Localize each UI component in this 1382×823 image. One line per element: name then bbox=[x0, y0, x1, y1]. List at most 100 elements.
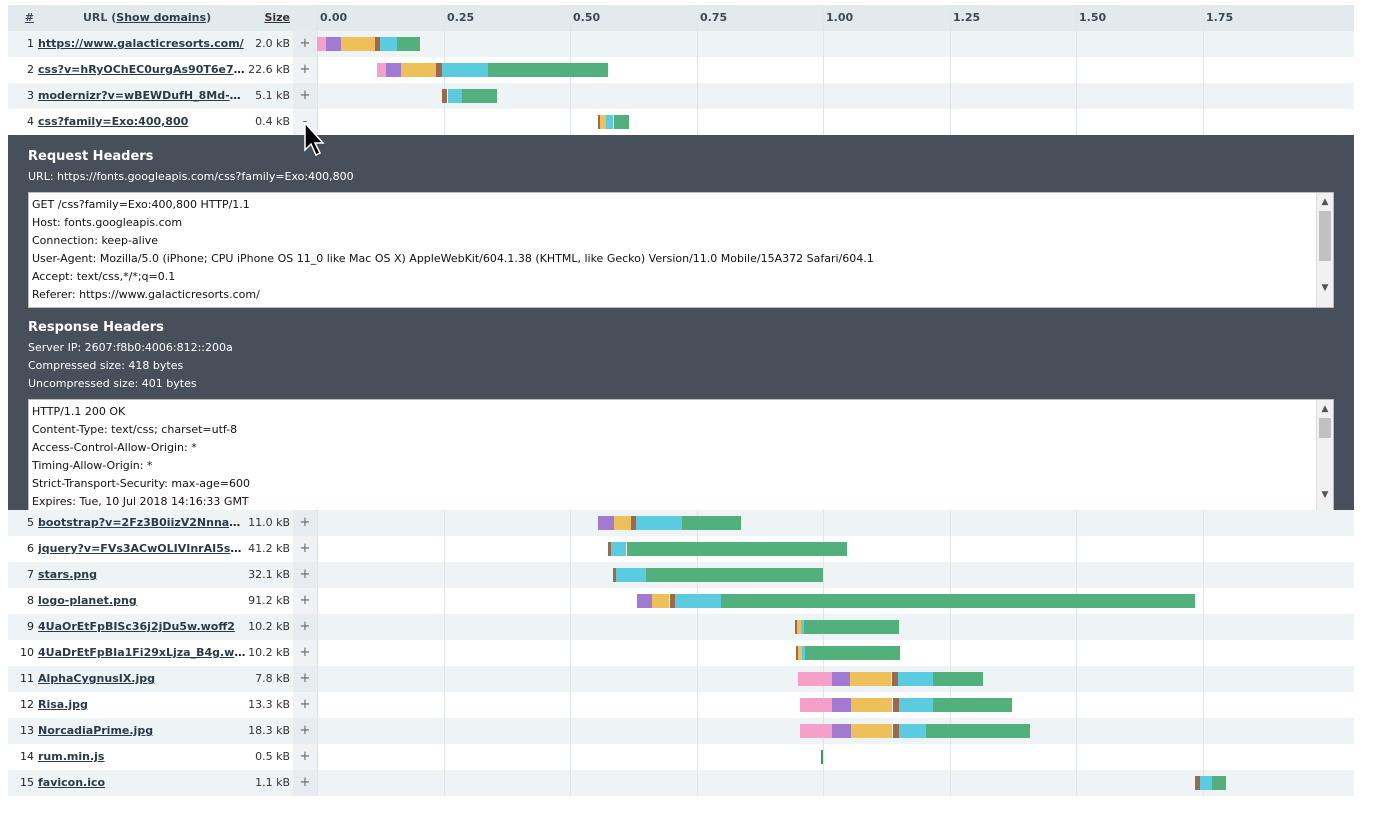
request-url-link[interactable]: 4UaDrEtFpBIa1Fi29xLjza_B4g.woff2 bbox=[38, 646, 246, 659]
request-url-link[interactable]: NorcadiaPrime.jpg bbox=[38, 724, 153, 737]
request-row[interactable]: 2 css?v=hRyOChEC0urgAs90T6e7JnivLu4Alsn9W… bbox=[8, 57, 1354, 83]
scroll-down-icon[interactable]: ▼ bbox=[1317, 279, 1333, 297]
request-row[interactable]: 13 NorcadiaPrime.jpg 18.3 kB + bbox=[8, 718, 1354, 744]
expand-toggle[interactable]: + bbox=[293, 718, 317, 744]
request-url-link[interactable]: rum.min.js bbox=[38, 750, 104, 763]
timing-segment-ttfb bbox=[611, 542, 626, 556]
request-size: 0.4 kB bbox=[255, 115, 290, 128]
request-row[interactable]: 12 Risa.jpg 13.3 kB + bbox=[8, 692, 1354, 718]
request-row[interactable]: 8 logo-planet.png 91.2 kB + bbox=[8, 588, 1354, 614]
request-row[interactable]: 1 https://www.galacticresorts.com/2.0 kB + bbox=[8, 31, 1354, 57]
request-url-link[interactable]: modernizr?v=wBEWDufH_8Md-Pbioxomt90vm6tJ… bbox=[38, 89, 246, 102]
gridline bbox=[1076, 666, 1077, 692]
request-row[interactable]: 3 modernizr?v=wBEWDufH_8Md-Pbioxomt90vm6t… bbox=[8, 83, 1354, 109]
timing-segment-dns bbox=[832, 672, 850, 686]
gridline bbox=[444, 744, 445, 770]
expand-toggle[interactable]: + bbox=[293, 692, 317, 718]
expand-toggle[interactable]: + bbox=[293, 31, 317, 57]
timing-segment-ssl bbox=[442, 89, 447, 103]
gridline bbox=[1203, 666, 1204, 692]
request-row[interactable]: 5 bootstrap?v=2Fz3B0iizV2NnnamQFrx-NbYJNT… bbox=[8, 510, 1354, 536]
request-url-link[interactable]: https://www.galacticresorts.com/ bbox=[38, 37, 244, 50]
gridline bbox=[317, 536, 318, 562]
request-row[interactable]: 4 css?family=Exo:400,800 0.4 kB - bbox=[8, 109, 1354, 135]
expand-toggle[interactable]: + bbox=[293, 744, 317, 770]
expand-toggle[interactable]: + bbox=[293, 614, 317, 640]
expand-toggle[interactable]: + bbox=[293, 770, 317, 796]
request-row[interactable]: 15 favicon.ico 1.1 kB + bbox=[8, 770, 1354, 796]
scroll-down-icon[interactable]: ▼ bbox=[1317, 486, 1333, 504]
request-size: 22.6 kB bbox=[248, 63, 290, 76]
gridline bbox=[317, 666, 318, 692]
request-row[interactable]: 10 4UaDrEtFpBIa1Fi29xLjza_B4g.woff2 10.2 k… bbox=[8, 640, 1354, 666]
request-row[interactable]: 14 rum.min.js 0.5 kB + bbox=[8, 744, 1354, 770]
request-row[interactable]: 9 4UaOrEtFpBISc36j2jDu5w.woff2 10.2 kB + bbox=[8, 614, 1354, 640]
timing-segment-ttfb bbox=[675, 594, 721, 608]
expand-toggle[interactable]: + bbox=[293, 83, 317, 109]
expand-toggle[interactable]: + bbox=[293, 588, 317, 614]
timing-segment-download bbox=[488, 63, 608, 77]
gridline bbox=[697, 614, 698, 640]
gridline bbox=[317, 57, 318, 83]
scroll-thumb[interactable] bbox=[1319, 418, 1331, 438]
waterfall-header: # URL (Show domains) Size 0.00 0.25 0.50 0.… bbox=[8, 5, 1354, 31]
request-url-link[interactable]: 4UaOrEtFpBISc36j2jDu5w.woff2 bbox=[38, 620, 235, 633]
request-url-cell: https://www.galacticresorts.com/ bbox=[38, 31, 246, 57]
gridline bbox=[697, 744, 698, 770]
scroll-up-icon[interactable]: ▲ bbox=[1317, 400, 1333, 418]
timing-segment-dns bbox=[326, 37, 341, 51]
tick-label: 0.00 bbox=[320, 11, 348, 24]
request-url-link[interactable]: favicon.ico bbox=[38, 776, 105, 789]
scroll-thumb[interactable] bbox=[1319, 211, 1331, 261]
request-url-cell: css?family=Exo:400,800 bbox=[38, 109, 246, 135]
expand-toggle[interactable]: + bbox=[293, 510, 317, 536]
request-size: 5.1 kB bbox=[255, 89, 290, 102]
timing-segment-ttfb bbox=[448, 89, 462, 103]
expand-toggle[interactable]: + bbox=[293, 666, 317, 692]
gridline bbox=[317, 83, 318, 109]
expand-toggle[interactable]: + bbox=[293, 57, 317, 83]
request-url-cell: NorcadiaPrime.jpg bbox=[38, 718, 246, 744]
request-url-link[interactable]: jquery?v=FVs3ACwOLIVInrAI5sdzR2jrCDmVLRl… bbox=[38, 542, 246, 555]
request-row[interactable]: 6 jquery?v=FVs3ACwOLIVInrAI5sdzR2jrCDmVLR… bbox=[8, 536, 1354, 562]
request-url-link[interactable]: logo-planet.png bbox=[38, 594, 137, 607]
response-scrollbar[interactable]: ▲ ▼ bbox=[1316, 400, 1333, 514]
gridline bbox=[1203, 692, 1204, 718]
request-row[interactable]: 11 AlphaCygnusIX.jpg 7.8 kB + bbox=[8, 666, 1354, 692]
timing-segment-dns bbox=[832, 698, 851, 712]
timing-segment-ttfb bbox=[442, 63, 488, 77]
gridline bbox=[950, 31, 951, 57]
request-row[interactable]: 7 stars.png 32.1 kB + bbox=[8, 562, 1354, 588]
gridline bbox=[317, 5, 318, 31]
request-scrollbar[interactable]: ▲ ▼ bbox=[1316, 193, 1333, 307]
request-url-link[interactable]: Risa.jpg bbox=[38, 698, 88, 711]
expand-toggle[interactable]: + bbox=[293, 640, 317, 666]
request-headers-box[interactable]: GET /css?family=Exo:400,800 HTTP/1.1 Host… bbox=[28, 192, 1334, 308]
scroll-up-icon[interactable]: ▲ bbox=[1317, 193, 1333, 211]
gridline bbox=[1203, 588, 1204, 614]
timing-segment-connect bbox=[401, 63, 436, 77]
timing-segment-connect bbox=[341, 37, 375, 51]
request-url-link[interactable]: stars.png bbox=[38, 568, 97, 581]
request-url-link[interactable]: css?v=hRyOChEC0urgAs90T6e7JnivLu4Alsn9WS… bbox=[38, 63, 246, 76]
gridline bbox=[444, 692, 445, 718]
gridline bbox=[1076, 83, 1077, 109]
request-url-cell: logo-planet.png bbox=[38, 588, 246, 614]
response-headers-box[interactable]: HTTP/1.1 200 OK Content-Type: text/css; c… bbox=[28, 399, 1334, 515]
expand-toggle[interactable]: + bbox=[293, 536, 317, 562]
header-line: Accept-Encoding: gzip, deflate, br bbox=[32, 304, 1311, 307]
tick-label: 1.50 bbox=[1079, 11, 1107, 24]
request-url-link[interactable]: css?family=Exo:400,800 bbox=[38, 115, 188, 128]
gridline bbox=[697, 640, 698, 666]
gridline bbox=[444, 718, 445, 744]
show-domains-link[interactable]: Show domains bbox=[116, 11, 206, 24]
request-details-panel: Request Headers URL: https://fonts.googl… bbox=[8, 135, 1354, 515]
timeline-axis: 0.00 0.25 0.50 0.75 1.00 1.25 1.50 1.75 bbox=[317, 5, 1354, 31]
gridline bbox=[697, 57, 698, 83]
uncompressed-size: Uncompressed size: 401 bytes bbox=[28, 377, 197, 390]
request-url-link[interactable]: bootstrap?v=2Fz3B0iizV2NnnamQFrx-NbYJNTF… bbox=[38, 516, 246, 529]
request-url-link[interactable]: AlphaCygnusIX.jpg bbox=[38, 672, 155, 685]
gridline bbox=[1203, 536, 1204, 562]
column-size[interactable]: Size bbox=[246, 5, 290, 31]
expand-toggle[interactable]: + bbox=[293, 562, 317, 588]
